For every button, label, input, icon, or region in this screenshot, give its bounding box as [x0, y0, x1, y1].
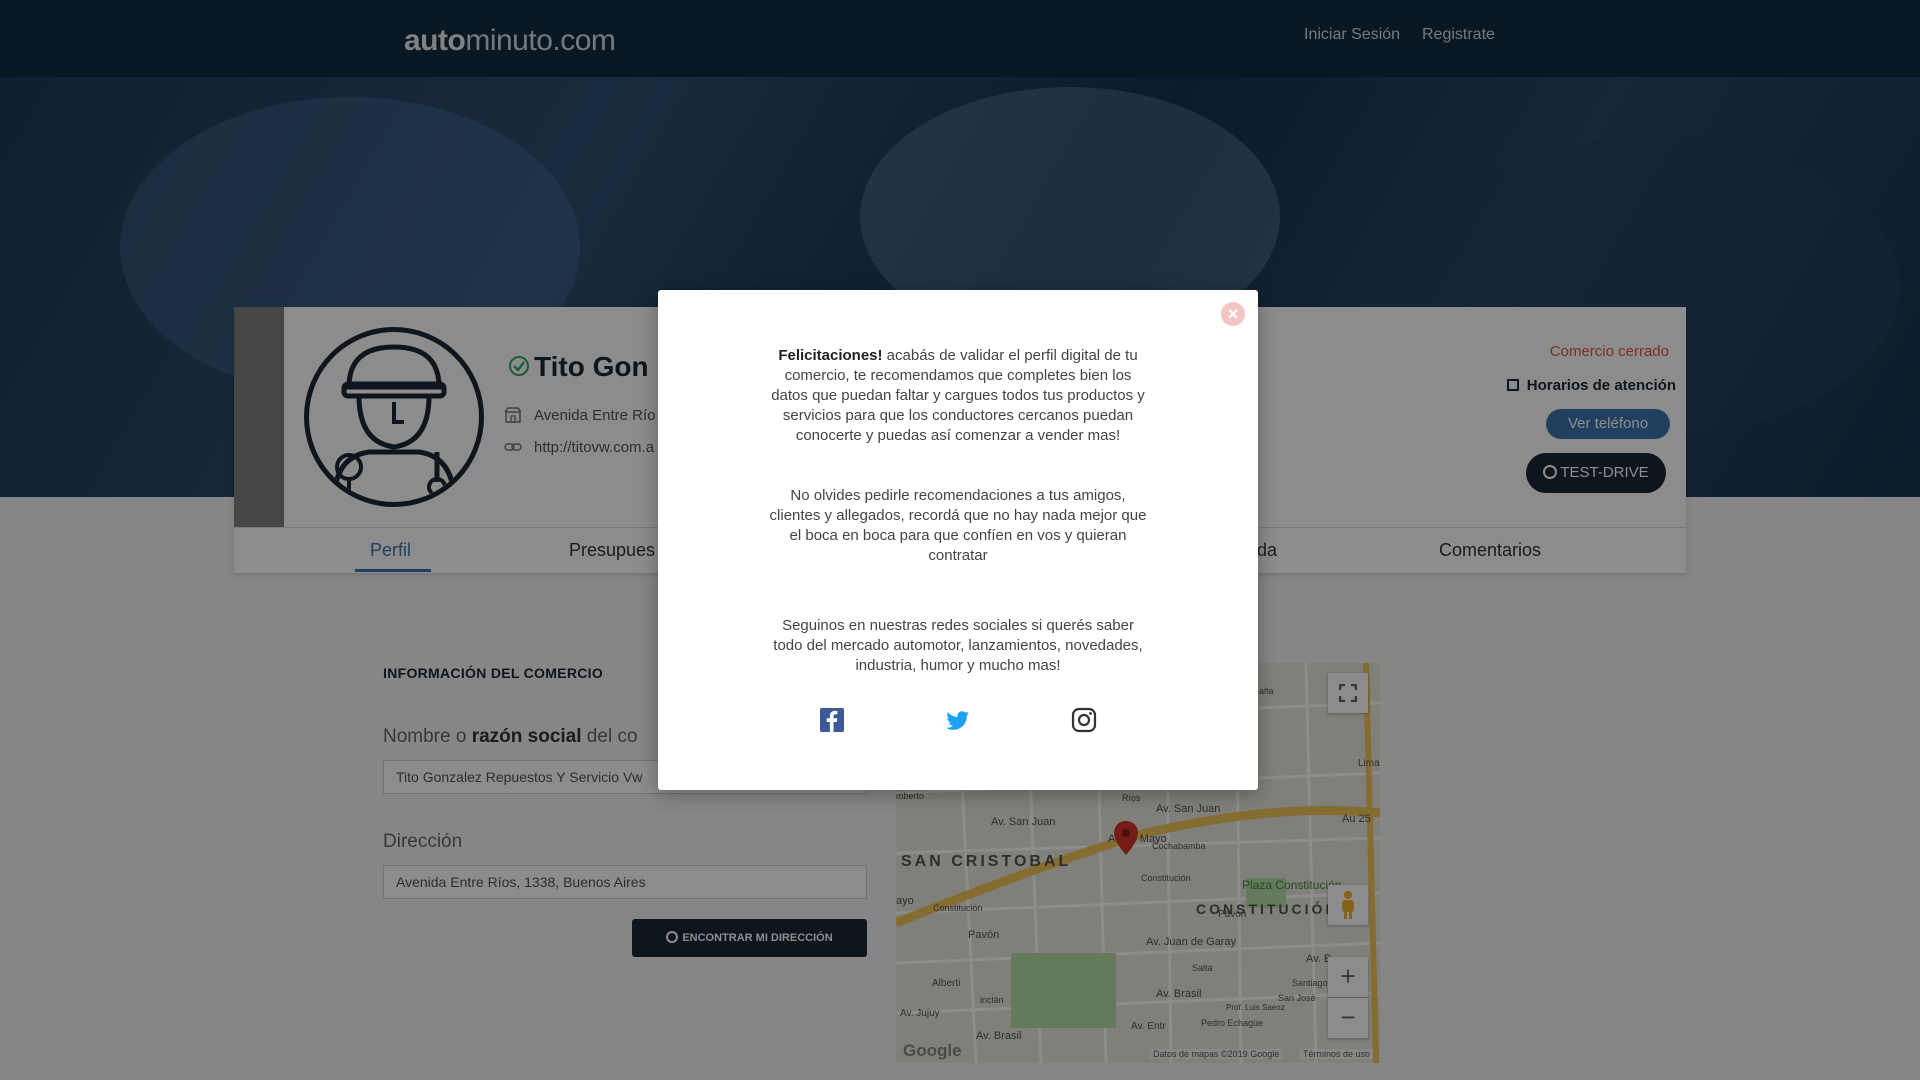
congrats-paragraph: Felicitaciones! acabás de validar el per…	[768, 346, 1148, 446]
close-icon: ×	[1227, 304, 1239, 324]
recommendation-paragraph: No olvides pedirle recomendaciones a tus…	[769, 487, 1147, 564]
congratulations-modal: × Felicitaciones! acabás de validar el p…	[658, 290, 1258, 790]
congrats-bold: Felicitaciones!	[778, 347, 883, 364]
instagram-icon[interactable]	[1070, 706, 1098, 734]
facebook-icon[interactable]	[818, 706, 846, 734]
close-button[interactable]: ×	[1221, 302, 1245, 326]
social-paragraph: Seguinos en nuestras redes sociales si q…	[773, 617, 1143, 674]
twitter-icon[interactable]	[944, 706, 972, 734]
